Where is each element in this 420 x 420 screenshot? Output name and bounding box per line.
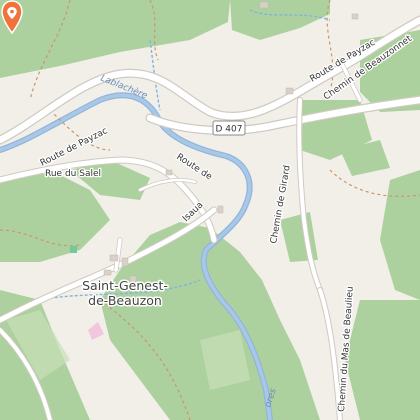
town-label-line1: Saint-Genest-	[82, 278, 168, 293]
location-pin-icon[interactable]	[0, 0, 24, 34]
map-layer: D 407 Route de Payzac Chemin de Beauzonn…	[0, 0, 420, 420]
road-shield-text: D 407	[216, 125, 243, 135]
map-canvas[interactable]: D 407 Route de Payzac Chemin de Beauzonn…	[0, 0, 420, 420]
town-label-line2: de-Beauzon	[88, 293, 162, 308]
pool-icon	[70, 246, 77, 253]
label-rue-salel: Rue du Salel	[45, 169, 101, 179]
road-shield: D 407	[212, 120, 246, 136]
